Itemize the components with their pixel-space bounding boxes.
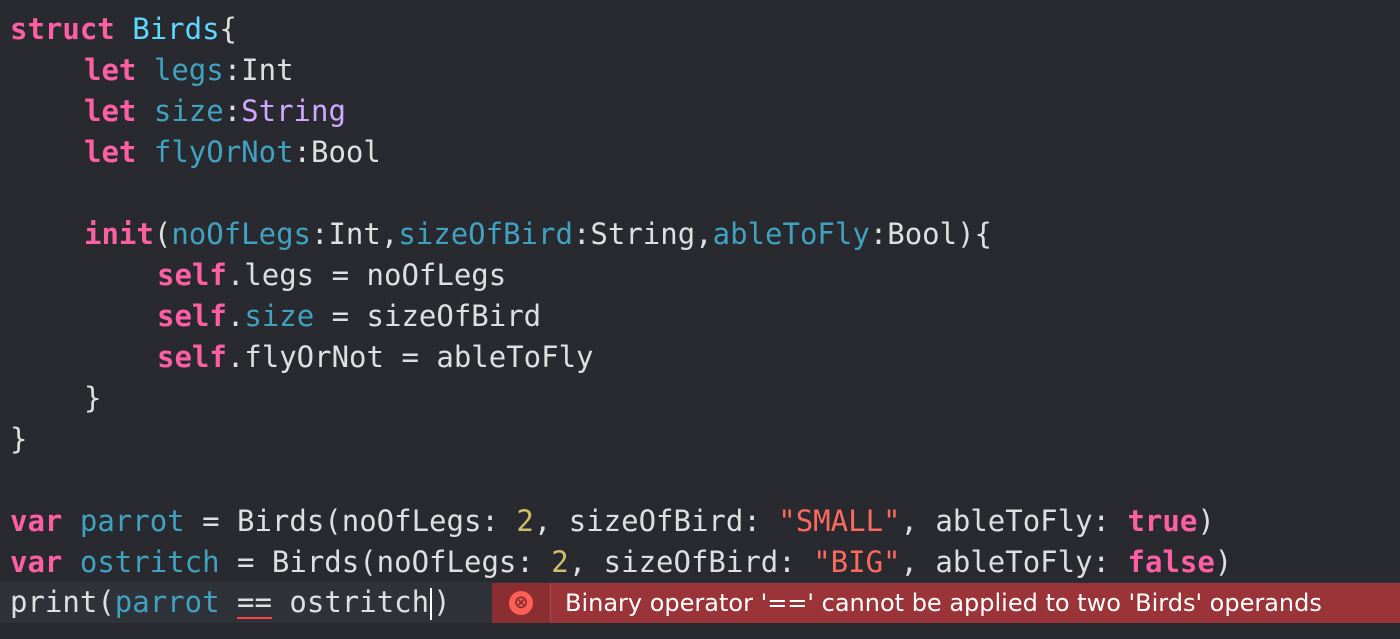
type-annotation: Bool	[311, 135, 381, 169]
keyword: struct	[10, 12, 115, 46]
error-icon-box[interactable]: ⊗	[492, 583, 551, 623]
expression: , sizeOfBird:	[533, 504, 779, 538]
param-type: Int	[328, 217, 381, 251]
open-paren: (	[153, 217, 172, 251]
param-type: String	[590, 217, 696, 251]
property-name: flyOrNot	[153, 135, 294, 169]
number-literal: 2	[551, 545, 569, 579]
param-name: sizeOfBird	[398, 217, 573, 251]
argument: ostritch	[289, 585, 430, 619]
keyword: self	[157, 258, 227, 292]
keyword: var	[10, 545, 63, 579]
keyword: let	[84, 94, 137, 128]
keyword: self	[157, 340, 227, 374]
colon: :	[311, 217, 329, 251]
code-line-2[interactable]: let legs:Int	[84, 50, 294, 91]
string-literal: "SMALL"	[778, 504, 901, 538]
keyword: init	[84, 217, 154, 251]
code-line-8[interactable]: self.size = sizeOfBird	[157, 296, 541, 337]
param-name: noOfLegs	[171, 217, 311, 251]
bool-literal: false	[1127, 545, 1215, 579]
code-line-11[interactable]: }	[10, 419, 27, 460]
type-name: Birds	[132, 12, 220, 46]
expression: , ableToFly:	[900, 504, 1128, 538]
brace: }	[84, 381, 102, 415]
close-paren: )	[1197, 504, 1215, 538]
code-line-9[interactable]: self.flyOrNot = ableToFly	[157, 337, 594, 378]
keyword: let	[84, 135, 137, 169]
open-paren: (	[97, 585, 115, 619]
expression: = Birds(noOfLegs:	[219, 545, 552, 579]
property-name: legs	[153, 53, 224, 87]
code-line-3[interactable]: let size:String	[84, 91, 346, 132]
type-annotation: String	[241, 94, 346, 128]
comma: ,	[695, 217, 713, 251]
code-line-1[interactable]: struct Birds{	[10, 9, 237, 50]
keyword: let	[84, 53, 137, 87]
code-line-14[interactable]: var ostritch = Birds(noOfLegs: 2, sizeOf…	[10, 542, 1232, 583]
code-line-4[interactable]: let flyOrNot:Bool	[84, 132, 381, 173]
variable-name: ostritch	[79, 545, 220, 579]
code-line-7[interactable]: self.legs = noOfLegs	[157, 255, 506, 296]
inline-error-banner[interactable]: ⊗ Binary operator '==' cannot be applied…	[492, 583, 1400, 623]
brace: {	[219, 12, 238, 46]
close-paren-brace: ){	[957, 217, 993, 251]
keyword: var	[10, 504, 63, 538]
error-message: Binary operator '==' cannot be applied t…	[551, 583, 1400, 623]
string-literal: "BIG"	[813, 545, 901, 579]
property-name: size	[153, 94, 224, 128]
colon: :	[293, 135, 312, 169]
statement: = sizeOfBird	[314, 299, 542, 333]
error-operator[interactable]: ==	[237, 585, 272, 619]
number-literal: 2	[516, 504, 534, 538]
property-name: size	[244, 299, 315, 333]
colon: :	[223, 94, 242, 128]
keyword: self	[157, 299, 227, 333]
code-line-15[interactable]: print(parrot == ostritch)	[10, 582, 451, 623]
dot: .	[226, 299, 245, 333]
argument: parrot	[114, 585, 220, 619]
function-name: print	[10, 585, 98, 619]
statement: .flyOrNot = ableToFly	[226, 340, 594, 374]
variable-name: parrot	[79, 504, 185, 538]
statement: .legs = noOfLegs	[226, 258, 507, 292]
colon: :	[223, 53, 242, 87]
brace: }	[10, 422, 28, 456]
comma: ,	[380, 217, 399, 251]
expression: , sizeOfBird:	[568, 545, 814, 579]
expression: = Birds(noOfLegs:	[184, 504, 517, 538]
bool-literal: true	[1127, 504, 1198, 538]
code-editor[interactable]: struct Birds{ let legs:Int let size:Stri…	[0, 0, 1400, 639]
param-name: ableToFly	[712, 217, 870, 251]
expression: , ableToFly:	[900, 545, 1128, 579]
param-type: Bool	[887, 217, 958, 251]
error-x-circle-icon: ⊗	[509, 591, 533, 615]
code-line-10[interactable]: }	[84, 378, 101, 419]
colon: :	[572, 217, 591, 251]
code-line-6[interactable]: init(noOfLegs:Int,sizeOfBird:String,able…	[84, 214, 992, 255]
close-paren: )	[1214, 545, 1233, 579]
code-line-13[interactable]: var parrot = Birds(noOfLegs: 2, sizeOfBi…	[10, 501, 1215, 542]
type-annotation: Int	[241, 53, 294, 87]
close-paren: )	[433, 585, 451, 619]
text-cursor	[430, 588, 433, 620]
colon: :	[869, 217, 888, 251]
